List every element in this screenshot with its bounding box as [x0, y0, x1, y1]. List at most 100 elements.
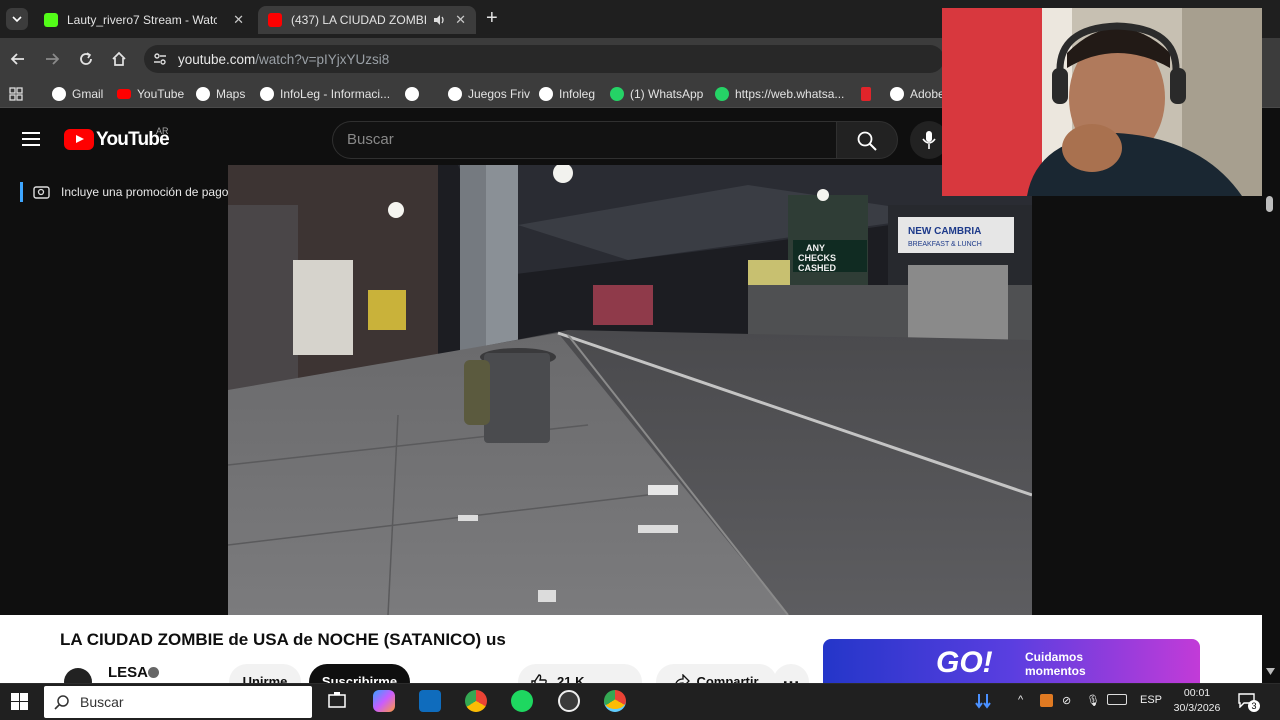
- clock-time: 00:01: [1183, 687, 1211, 699]
- reload-icon[interactable]: [77, 50, 95, 68]
- country-code: AR: [156, 126, 169, 136]
- kick-favicon-icon: [44, 13, 58, 27]
- chrome-app-icon[interactable]: [465, 690, 487, 712]
- taskbar-search-text: Buscar: [80, 694, 124, 710]
- page-scrollbar[interactable]: [1262, 165, 1280, 683]
- search-icon: [54, 695, 69, 710]
- network-off-icon[interactable]: ⊘: [1062, 694, 1071, 707]
- search-input[interactable]: [332, 121, 836, 159]
- menu-icon[interactable]: [22, 132, 40, 146]
- search-icon: [857, 131, 877, 151]
- video-frame: NEW CAMBRIA BREAKFAST & LUNCH ANY CHECKS…: [228, 165, 1032, 615]
- clock-date: 30/3/2026: [1173, 702, 1221, 714]
- close-icon[interactable]: ✕: [233, 12, 244, 28]
- bookmark-red[interactable]: [861, 85, 877, 103]
- scrollbar-thumb[interactable]: [1266, 196, 1273, 212]
- windows-start-icon[interactable]: [11, 693, 28, 710]
- bookmark-label: https://web.whatsa...: [735, 87, 845, 101]
- globe-icon: [52, 87, 66, 101]
- video-title: LA CIUDAD ZOMBIE de USA de NOCHE (SATANI…: [60, 630, 506, 649]
- spotify-app-icon[interactable]: [511, 690, 533, 712]
- verified-badge-icon: [148, 667, 159, 678]
- url-text[interactable]: youtube.com/watch?v=pIYjxYUzsi8: [178, 52, 389, 67]
- bookmark-label: Infoleg: [559, 87, 596, 101]
- bookmark-infoleg-info[interactable]: InfoLeg - Informaci...: [260, 85, 390, 103]
- tab-title: Lauty_rivero7 Stream - Watch Live: [67, 13, 217, 27]
- tray-download-icon[interactable]: [975, 692, 991, 710]
- microphone-icon[interactable]: 🎙: [1086, 694, 1100, 707]
- video-player[interactable]: NEW CAMBRIA BREAKFAST & LUNCH ANY CHECKS…: [228, 165, 1032, 615]
- close-icon[interactable]: ✕: [455, 12, 466, 28]
- ad-logo: GO!: [936, 646, 993, 679]
- tray-app-icon[interactable]: [1040, 694, 1053, 707]
- paid-promotion-notice[interactable]: Incluye una promoción de pago ›: [20, 182, 245, 202]
- globe-icon: [448, 87, 462, 101]
- bookmark-gmail[interactable]: Gmail: [52, 85, 103, 103]
- globe-icon: [890, 87, 904, 101]
- bookmark-red-icon: [861, 87, 871, 101]
- outlook-app-icon[interactable]: [419, 690, 441, 712]
- bookmark-label: InfoLeg - Informaci...: [280, 87, 391, 101]
- globe-icon: [539, 87, 553, 101]
- promotion-icon: [33, 186, 50, 199]
- ad-text-line-2: momentos: [1025, 664, 1086, 678]
- forward-arrow-icon[interactable]: [43, 50, 61, 68]
- youtube-logo-icon[interactable]: [64, 129, 94, 150]
- bookmark-unnamed[interactable]: [405, 85, 425, 103]
- bookmark-label: (1) WhatsApp: [630, 87, 704, 101]
- bookmark-label: Juegos Friv: [468, 87, 531, 101]
- webcam-overlay: [942, 8, 1262, 196]
- globe-icon: [196, 87, 210, 101]
- chevron-up-icon[interactable]: ^: [1018, 694, 1023, 706]
- tab-kick-stream[interactable]: Lauty_rivero7 Stream - Watch Live ✕: [34, 6, 254, 34]
- copilot-app-icon[interactable]: [373, 690, 395, 712]
- sign-new-cambria: NEW CAMBRIA: [908, 226, 981, 237]
- tab-youtube-video[interactable]: (437) LA CIUDAD ZOMBIE de USA ✕: [258, 6, 476, 34]
- promo-text: Incluye una promoción de pago: [61, 185, 229, 199]
- ad-text: Cuidamos momentos: [1025, 650, 1086, 678]
- sign-checks: CHECKS: [798, 253, 836, 263]
- globe-icon: [405, 87, 419, 101]
- bookmark-web-whatsapp[interactable]: https://web.whatsa...: [715, 85, 844, 103]
- scroll-down-arrow-icon[interactable]: [1266, 668, 1275, 676]
- home-icon[interactable]: [110, 50, 128, 68]
- bookmark-label: Maps: [216, 87, 246, 101]
- keyboard-icon[interactable]: [1107, 694, 1127, 705]
- bookmark-infoleg[interactable]: Infoleg: [539, 85, 595, 103]
- sign-breakfast-lunch: BREAKFAST & LUNCH: [908, 241, 982, 248]
- speaker-icon[interactable]: [432, 13, 446, 27]
- bookmark-youtube[interactable]: YouTube: [117, 85, 184, 103]
- sign-any: ANY: [806, 243, 825, 253]
- bookmark-whatsapp[interactable]: (1) WhatsApp: [610, 85, 703, 103]
- sign-cashed: CASHED: [798, 263, 837, 273]
- search-placeholder: Buscar: [347, 131, 394, 148]
- screen: Lauty_rivero7 Stream - Watch Live ✕ (437…: [0, 0, 1280, 720]
- search-button[interactable]: [836, 121, 898, 159]
- webcam-image: [942, 8, 1262, 196]
- bookmark-juegos-friv[interactable]: Juegos Friv: [448, 85, 530, 103]
- tab-title: (437) LA CIUDAD ZOMBIE de USA: [291, 13, 427, 27]
- chrome-active-app-icon[interactable]: [604, 690, 626, 712]
- whatsapp-icon: [715, 87, 729, 101]
- site-info-icon[interactable]: [152, 51, 168, 67]
- whatsapp-icon: [610, 87, 624, 101]
- microphone-icon: [922, 131, 936, 149]
- tab-search-button[interactable]: [6, 8, 28, 30]
- apps-grid-icon[interactable]: [9, 87, 23, 101]
- bookmark-adobe[interactable]: Adobe: [890, 85, 945, 103]
- url-path: /watch?v=pIYjxYUzsi8: [255, 52, 390, 67]
- channel-name[interactable]: LESA: [108, 664, 148, 681]
- new-tab-button[interactable]: +: [486, 8, 498, 28]
- back-arrow-icon[interactable]: [9, 50, 27, 68]
- ad-text-line-1: Cuidamos: [1025, 650, 1084, 664]
- chevron-down-icon: [12, 16, 22, 23]
- youtube-favicon-icon: [268, 13, 282, 27]
- youtube-icon: [117, 89, 131, 99]
- obs-app-icon[interactable]: [558, 690, 580, 712]
- task-view-icon[interactable]: [326, 690, 348, 712]
- bookmark-maps[interactable]: Maps: [196, 85, 245, 103]
- language-indicator[interactable]: ESP: [1140, 694, 1162, 706]
- notification-count-badge: 3: [1248, 700, 1260, 712]
- bookmark-label: YouTube: [137, 87, 185, 101]
- taskbar-clock[interactable]: 00:01 30/3/2026: [1170, 686, 1224, 716]
